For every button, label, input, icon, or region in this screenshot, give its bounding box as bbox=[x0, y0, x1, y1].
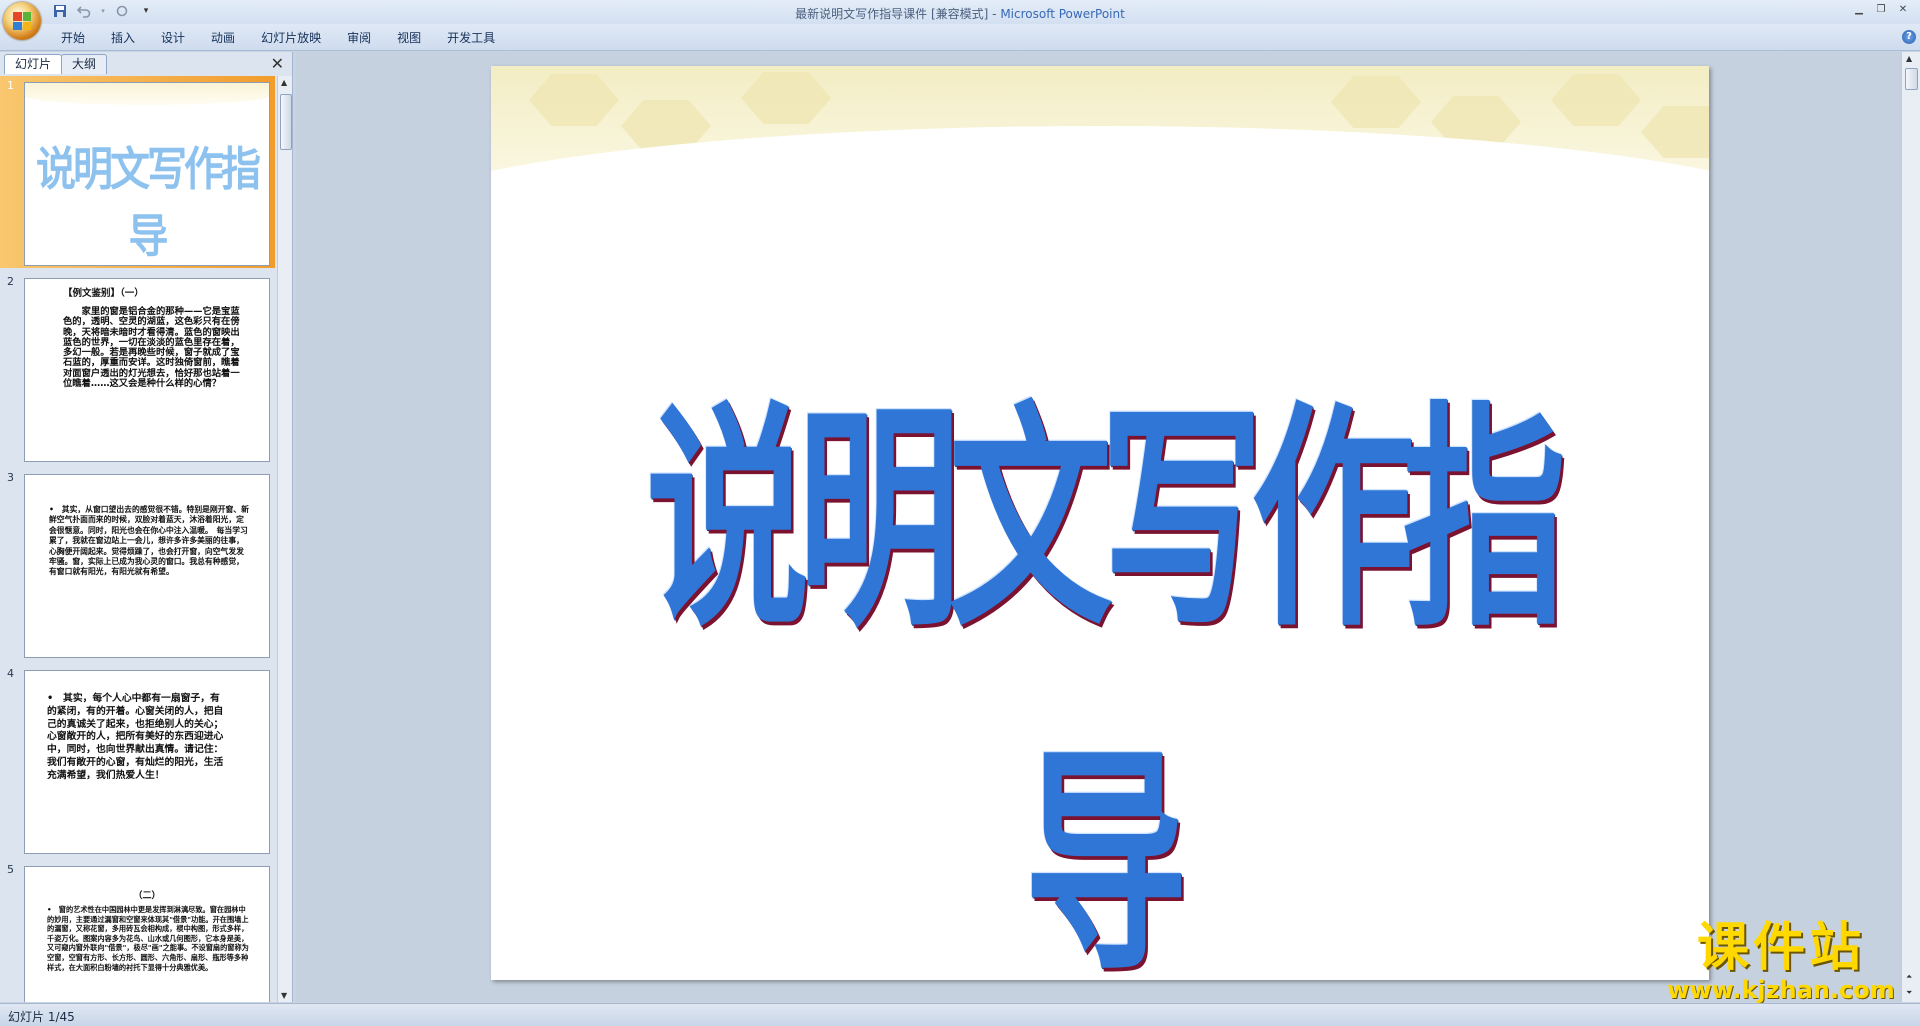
thumbnail-scrollbar[interactable]: ▲ ▼ bbox=[277, 76, 292, 1002]
watermark-url: www.kjzhan.com bbox=[1667, 976, 1895, 1004]
tab-design[interactable]: 设计 bbox=[152, 29, 202, 47]
slide-thumbnail-2[interactable]: 2 【例文鉴别】（一） 家里的窗是铝合金的那种——它是宝蓝色的，透明、空灵的湖蓝… bbox=[0, 272, 275, 464]
slide-thumbnail-4[interactable]: 4 • 其实，每个人心中都有一扇窗子，有的紧闭，有的开着。心窗关闭的人，把自己的… bbox=[0, 664, 275, 856]
thumbnail-heading: 【例文鉴别】（一） bbox=[63, 288, 144, 299]
watermark-logo: 课件站 www.kjzhan.com bbox=[1656, 918, 1906, 1002]
minimize-icon[interactable]: ▁ bbox=[1848, 2, 1870, 16]
thumbnail-decoration bbox=[25, 83, 269, 105]
slide-title[interactable]: 说明文写作指导 bbox=[576, 327, 1623, 980]
tab-slides[interactable]: 幻灯片 bbox=[4, 54, 63, 74]
help-icon[interactable]: ? bbox=[1902, 30, 1916, 44]
office-logo-icon bbox=[13, 12, 31, 30]
editor-scrollbar[interactable]: ▲ ⏶ ⏷ bbox=[1901, 52, 1920, 1002]
tab-review[interactable]: 审阅 bbox=[338, 29, 388, 47]
slide-number: 2 bbox=[7, 275, 14, 288]
watermark-brand: 课件站 bbox=[1696, 918, 1865, 978]
status-bar: 幻灯片 1/45 bbox=[0, 1003, 1920, 1026]
thumbnail-text: 家里的窗是铝合金的那种——它是宝蓝色的，透明、空灵的湖蓝，这色彩只有在傍晚，天将… bbox=[63, 306, 240, 390]
restore-icon[interactable]: ❐ bbox=[1870, 2, 1892, 16]
pane-tabs: 幻灯片 大纲 bbox=[4, 54, 108, 74]
title-bar: ▾ ▾ 最新说明文写作指导课件 [兼容模式] - Microsoft Power… bbox=[0, 0, 1920, 40]
thumbnail-title: 说明文写作指导 bbox=[36, 143, 261, 264]
scrollbar-thumb[interactable] bbox=[1905, 68, 1918, 90]
document-title: 最新说明文写作指导课件 [兼容模式] - bbox=[795, 7, 1001, 21]
slide-number: 1 bbox=[7, 79, 14, 92]
ribbon-tabs: 开始 插入 设计 动画 幻灯片放映 审阅 视图 开发工具 bbox=[52, 29, 512, 47]
close-pane-icon[interactable]: ✕ bbox=[271, 54, 284, 73]
thumbnail-text: • 其实，每个人心中都有一扇窗子，有的紧闭，有的开着。心窗关闭的人，把自己的真诚… bbox=[47, 693, 224, 781]
slide-editor: 说明文写作指导 bbox=[296, 52, 1901, 1002]
slide-number: 3 bbox=[7, 471, 14, 484]
tab-insert[interactable]: 插入 bbox=[102, 29, 152, 47]
thumbnail-text: • 其实，从窗口望出去的感觉很不错。特别是刚开窗、新鲜空气扑面而来的时候，双脸对… bbox=[49, 505, 249, 577]
thumbnail-canvas: （二） • 窗的艺术性在中国园林中更是发挥到淋漓尽致。窗在园林中的妙用，主要通过… bbox=[24, 866, 270, 1002]
slide-header-curve bbox=[491, 126, 1709, 326]
slide-number: 4 bbox=[7, 667, 14, 680]
thumbnail-canvas: 说明文写作指导 bbox=[24, 82, 270, 266]
app-name: Microsoft PowerPoint bbox=[1000, 7, 1125, 21]
window-controls: ▁ ❐ ✕ bbox=[1848, 2, 1914, 16]
slide-thumbnail-1[interactable]: 1 说明文写作指导 bbox=[0, 76, 275, 268]
tab-outline[interactable]: 大纲 bbox=[61, 54, 108, 74]
slides-pane: 幻灯片 大纲 ✕ 1 说明文写作指导 2 【例文鉴别】（一） 家里的窗是铝合金的… bbox=[0, 52, 293, 1002]
tab-home[interactable]: 开始 bbox=[52, 29, 102, 47]
slide-thumbnail-list: 1 说明文写作指导 2 【例文鉴别】（一） 家里的窗是铝合金的那种——它是宝蓝色… bbox=[0, 76, 275, 1002]
thumbnail-text: • 窗的艺术性在中国园林中更是发挥到淋漓尽致。窗在园林中的妙用，主要通过漏窗和空… bbox=[47, 905, 249, 972]
office-button[interactable] bbox=[3, 2, 41, 40]
thumbnail-canvas: 【例文鉴别】（一） 家里的窗是铝合金的那种——它是宝蓝色的，透明、空灵的湖蓝，这… bbox=[24, 278, 270, 462]
tab-view[interactable]: 视图 bbox=[388, 29, 438, 47]
slide-indicator: 幻灯片 1/45 bbox=[8, 1010, 75, 1024]
tab-slideshow[interactable]: 幻灯片放映 bbox=[252, 29, 338, 47]
window-title: 最新说明文写作指导课件 [兼容模式] - Microsoft PowerPoin… bbox=[0, 5, 1920, 22]
next-slide-icon[interactable]: ⏷ bbox=[1906, 988, 1912, 998]
slide-number: 5 bbox=[7, 863, 14, 876]
previous-slide-icon[interactable]: ⏶ bbox=[1906, 972, 1912, 982]
scrollbar-thumb[interactable] bbox=[280, 94, 292, 150]
tab-animations[interactable]: 动画 bbox=[202, 29, 252, 47]
close-window-icon[interactable]: ✕ bbox=[1892, 2, 1914, 16]
scroll-up-icon[interactable]: ▲ bbox=[281, 78, 287, 87]
scroll-up-icon[interactable]: ▲ bbox=[1906, 54, 1912, 63]
scroll-down-icon[interactable]: ▼ bbox=[281, 991, 287, 1000]
thumbnail-canvas: • 其实，从窗口望出去的感觉很不错。特别是刚开窗、新鲜空气扑面而来的时候，双脸对… bbox=[24, 474, 270, 658]
slide-thumbnail-3[interactable]: 3 • 其实，从窗口望出去的感觉很不错。特别是刚开窗、新鲜空气扑面而来的时候，双… bbox=[0, 468, 275, 660]
slide-thumbnail-5[interactable]: 5 （二） • 窗的艺术性在中国园林中更是发挥到淋漓尽致。窗在园林中的妙用，主要… bbox=[0, 860, 275, 1002]
thumbnail-heading: （二） bbox=[133, 891, 161, 901]
thumbnail-canvas: • 其实，每个人心中都有一扇窗子，有的紧闭，有的开着。心窗关闭的人，把自己的真诚… bbox=[24, 670, 270, 854]
slide-canvas[interactable]: 说明文写作指导 bbox=[491, 66, 1709, 980]
tab-developer[interactable]: 开发工具 bbox=[438, 29, 512, 47]
ribbon: 开始 插入 设计 动画 幻灯片放映 审阅 视图 开发工具 ? bbox=[0, 24, 1920, 51]
